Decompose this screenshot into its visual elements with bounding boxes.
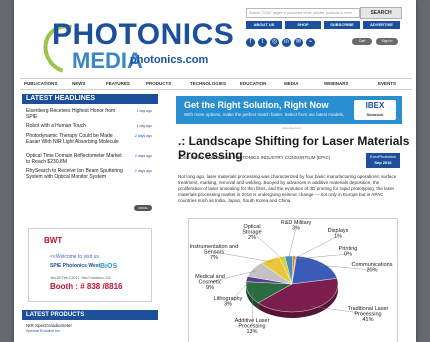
search-button[interactable]: SEARCH [360,7,402,19]
cart-button[interactable]: Cart [352,38,372,45]
advertisement-label: Advertisement [282,126,302,130]
ad-bios-text: BiOS [100,263,118,270]
ad-dates: Jan.28-Feb.2,2017, San Francisco, CA [50,276,111,280]
latest-products-title: LATEST PRODUCTS [22,310,158,320]
headline-item[interactable]: Robot with a Human Touch 1 day ago [26,123,156,129]
latest-headlines-title: LATEST HEADLINES [22,94,158,104]
banner-logo: IBEX Samrock [354,100,396,120]
pie-label-printing: Printing 0% [339,246,358,258]
pie-leader-line [295,253,349,260]
ad-brand: BWT [44,236,63,245]
linkedin-icon[interactable]: in [282,38,291,47]
headline-text[interactable]: RhySearch to Receive Ion Beam Sputtering… [26,168,124,180]
pie-label-displays: Displays 1% [328,228,349,240]
shop-button[interactable]: SHOP [285,21,321,29]
pie-label-r-d-military: R&D Military 3% [281,220,312,232]
headline-item[interactable]: Eisenberg Receives Highest Honor from SP… [26,108,156,120]
pie-label-additive-laser-processing: Additive Laser Processing 13% [235,318,270,335]
pie-label-lithography: Lithography 3% [214,296,243,308]
article-byline: JOSE POZO, EUROPEAN PHOTONICS INDUSTRY C… [178,155,331,160]
pie-leader-line [288,227,297,259]
twitter-icon[interactable]: t [258,38,267,47]
pie-leader-line [251,231,284,260]
headline-age: 1 day ago [136,109,152,113]
banner-logo-sub: Samrock [366,112,384,117]
subscribe-button[interactable]: SUBSCRIBE [324,21,360,29]
banner-subline: With more options, make the perfect matc… [184,112,344,117]
nav-publications[interactable]: PUBLICATIONS [24,81,57,86]
nav-news[interactable]: NEWS [72,81,86,86]
about-us-button[interactable]: ABOUT US [246,21,282,29]
product-company[interactable]: Spectral Evolution Inc. [26,329,61,333]
search-input[interactable]: Search 73,557 pages of photonics news, a… [246,8,360,18]
logo-url: photonics.com [130,54,209,66]
headline-age: 2 days ago [134,134,152,138]
sign-in-button[interactable]: Sign In [376,38,398,45]
nav-events[interactable]: EVENTS [378,81,396,86]
headline-age: 1 day ago [136,124,152,128]
badge-date: Sep 2016 [374,160,392,165]
headline-age: 2 days ago [134,154,152,158]
nav-education[interactable]: EDUCATION [240,81,266,86]
nav-divider-top [20,78,412,79]
nav-divider-bottom [20,89,412,90]
pie-label-optical-storage: Optical Storage 2% [242,224,261,241]
headline-age: 2 days ago [134,169,152,173]
email-icon[interactable]: ✉ [294,38,303,47]
ad-visit-text: <<Welcome to visit us [50,254,99,260]
advertise-button[interactable]: ADVERTISE [363,21,400,29]
headline-text[interactable]: Photodynamic Therapy Could be Made Easie… [26,133,124,145]
ad-booth: Booth : # 838 /8816 [50,282,123,291]
headline-text[interactable]: Eisenberg Receives Highest Honor from SP… [26,108,124,120]
page: PHOTONICS MEDIA photonics.com Search 73,… [14,0,416,342]
nav-technologies[interactable]: TECHNOLOGIES [190,81,226,86]
pie-chart: R&D Military 3% Displays 1% Printing 0% Commun… [190,220,393,335]
nav-media[interactable]: MEDIA [284,81,299,86]
pie-label-instrumentation-and-sensors: Instrumentation and Sensors 7% [190,244,239,261]
pie-label-medical-and-cosmetic: Medical and Cosmetic 9% [195,274,225,291]
banner-logo-text: IBEX [365,101,385,110]
article-body: Not long ago, laser materials processing… [178,174,397,203]
ad-spie-text: SPIE Photonics West [50,263,101,269]
banner-headline: Get the Right Solution, Right Now [184,100,329,110]
nav-products[interactable]: PRODUCTS [146,81,171,86]
nav-webinars[interactable]: WEBINARS [324,81,349,86]
headline-text[interactable]: Optical Time Domain Reflectometer Market… [26,153,124,165]
product-name[interactable]: NIR Spectroradiometer [26,323,72,328]
headline-text[interactable]: Robot with a Human Touch [26,123,124,129]
logo[interactable]: PHOTONICS [52,18,234,52]
pie-label-communications: Communications 20% [352,262,393,274]
publication-badge[interactable]: EuroPhotonics Sep 2016 [366,153,400,168]
instagram-icon[interactable]: ◎ [270,38,279,47]
rss-icon[interactable]: ⌁ [306,38,315,47]
headline-item[interactable]: Photodynamic Therapy Could be Made Easie… [26,133,156,145]
headline-item[interactable]: RhySearch to Receive Ion Beam Sputtering… [26,168,156,180]
more-headlines-button[interactable]: MORE [134,205,152,211]
facebook-icon[interactable]: f [246,38,255,47]
headline-item[interactable]: Optical Time Domain Reflectometer Market… [26,153,156,165]
pie-label-traditional-laser-processing: Traditional Laser Processing 41% [348,306,389,323]
nav-features[interactable]: FEATURES [106,81,130,86]
